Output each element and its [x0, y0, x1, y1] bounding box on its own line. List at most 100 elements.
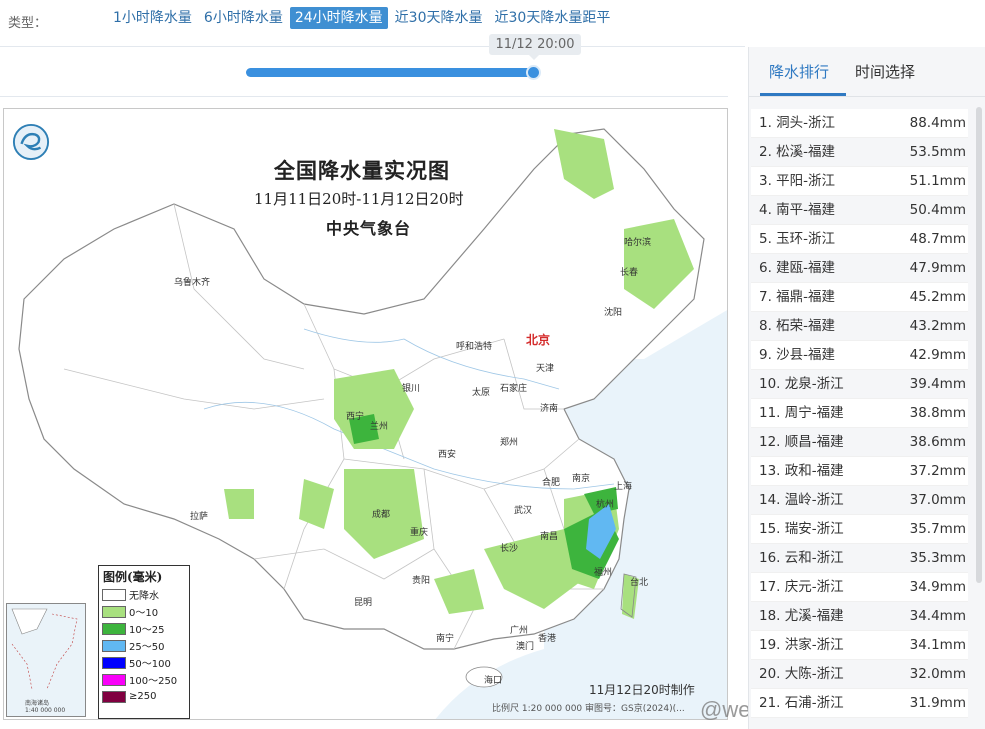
- ranking-row[interactable]: 5. 玉环-浙江 48.7mm: [751, 225, 968, 254]
- inset-map-graphic: [11, 608, 78, 690]
- scrollbar[interactable]: [976, 107, 982, 583]
- station-name: 19. 洪家-浙江: [759, 637, 844, 653]
- city-label: 武汉: [514, 506, 533, 516]
- station-name: 3. 平阳-浙江: [759, 173, 836, 189]
- station-name: 20. 大陈-浙江: [759, 666, 844, 682]
- ranking-row[interactable]: 6. 建瓯-福建 47.9mm: [751, 254, 968, 283]
- legend-label: 25～50: [129, 642, 165, 653]
- ranking-row[interactable]: 14. 温岭-浙江 37.0mm: [751, 486, 968, 515]
- station-name: 5. 玉环-浙江: [759, 231, 836, 247]
- legend-item: 100～250: [99, 671, 189, 688]
- legend-swatch: [102, 639, 126, 652]
- tab-30d-anomaly[interactable]: 近30天降水量距平: [490, 7, 616, 29]
- city-label: 香港: [538, 634, 557, 644]
- tab-30d-precip[interactable]: 近30天降水量: [390, 7, 488, 29]
- precip-value: 34.9mm: [909, 579, 966, 595]
- map-scale: 比例尺 1:20 000 000 审图号：GS京(2024)(...: [492, 704, 685, 714]
- legend-swatch: [102, 622, 126, 635]
- city-label: 郑州: [500, 438, 519, 448]
- legend-label: 0～10: [129, 608, 159, 619]
- precip-value: 88.4mm: [909, 115, 966, 131]
- city-label: 天津: [536, 364, 555, 374]
- tab-time-select[interactable]: 时间选择: [855, 61, 915, 82]
- legend-label: 100～250: [129, 676, 178, 687]
- ranking-list: 1. 洞头-浙江 88.4mm 2. 松溪-福建 53.5mm 3. 平阳-浙江 51.1…: [751, 109, 968, 718]
- slider-time-tooltip: 11/12 20:00: [489, 34, 581, 60]
- city-label: 上海: [614, 482, 633, 492]
- legend-title: 图例(毫米): [103, 570, 163, 584]
- station-name: 17. 庆元-浙江: [759, 579, 844, 595]
- precip-value: 37.0mm: [909, 492, 966, 508]
- precip-value: 47.9mm: [909, 260, 966, 276]
- legend-item: 10～25: [99, 620, 189, 637]
- precip-value: 35.3mm: [909, 550, 966, 566]
- tab-24h-precip[interactable]: 24小时降水量: [289, 7, 388, 29]
- legend-label: ≥250: [129, 691, 157, 702]
- ranking-row[interactable]: 18. 尤溪-福建 34.4mm: [751, 602, 968, 631]
- legend-label: 10～25: [129, 625, 165, 636]
- ranking-row[interactable]: 12. 顺昌-福建 38.6mm: [751, 428, 968, 457]
- slider-handle[interactable]: [526, 65, 541, 80]
- city-label: 兰州: [370, 422, 389, 432]
- ranking-row[interactable]: 16. 云和-浙江 35.3mm: [751, 544, 968, 573]
- divider: [0, 96, 728, 97]
- precip-value: 50.4mm: [909, 202, 966, 218]
- ranking-row[interactable]: 1. 洞头-浙江 88.4mm: [751, 109, 968, 138]
- legend-swatch: [102, 690, 126, 703]
- tab-1h-precip[interactable]: 1小时降水量: [108, 7, 197, 29]
- time-slider[interactable]: [246, 62, 541, 86]
- precip-value: 38.8mm: [909, 405, 966, 421]
- ranking-row[interactable]: 9. 沙县-福建 42.9mm: [751, 341, 968, 370]
- legend-label: 无降水: [129, 591, 159, 602]
- precip-value: 43.2mm: [909, 318, 966, 334]
- ranking-row[interactable]: 13. 政和-福建 37.2mm: [751, 457, 968, 486]
- ranking-row[interactable]: 17. 庆元-浙江 34.9mm: [751, 573, 968, 602]
- city-label: 海口: [484, 676, 503, 686]
- ranking-row[interactable]: 21. 石浦-浙江 31.9mm: [751, 689, 968, 718]
- station-name: 8. 柘荣-福建: [759, 318, 836, 334]
- map-org: 中央气象台: [326, 219, 412, 238]
- ranking-row[interactable]: 19. 洪家-浙江 34.1mm: [751, 631, 968, 660]
- ranking-row[interactable]: 4. 南平-福建 50.4mm: [751, 196, 968, 225]
- city-label: 澳门: [516, 642, 535, 652]
- city-label: 沈阳: [604, 308, 623, 318]
- legend-item: ≥250: [99, 688, 189, 705]
- city-label: 西安: [438, 450, 457, 460]
- precip-value: 53.5mm: [909, 144, 966, 160]
- ranking-row[interactable]: 3. 平阳-浙江 51.1mm: [751, 167, 968, 196]
- station-name: 4. 南平-福建: [759, 202, 836, 218]
- ranking-row[interactable]: 20. 大陈-浙江 32.0mm: [751, 660, 968, 689]
- precip-value: 31.9mm: [909, 695, 966, 711]
- station-name: 15. 瑞安-浙江: [759, 521, 844, 537]
- ranking-row[interactable]: 2. 松溪-福建 53.5mm: [751, 138, 968, 167]
- type-label: 类型：: [8, 16, 48, 31]
- slider-track[interactable]: [246, 68, 534, 77]
- city-label: 杭州: [596, 500, 615, 510]
- city-label: 太原: [472, 388, 491, 398]
- precip-value: 39.4mm: [909, 376, 966, 392]
- city-label: 拉萨: [190, 512, 209, 522]
- tab-6h-precip[interactable]: 6小时降水量: [199, 7, 288, 29]
- precip-value: 45.2mm: [909, 289, 966, 305]
- ranking-row[interactable]: 7. 福鼎-福建 45.2mm: [751, 283, 968, 312]
- station-name: 18. 尤溪-福建: [759, 608, 844, 624]
- precip-value: 32.0mm: [909, 666, 966, 682]
- ranking-row[interactable]: 10. 龙泉-浙江 39.4mm: [751, 370, 968, 399]
- city-label: 哈尔滨: [624, 238, 652, 248]
- ranking-row[interactable]: 11. 周宁-福建 38.8mm: [751, 399, 968, 428]
- legend-item: 无降水: [99, 586, 189, 603]
- station-name: 21. 石浦-浙江: [759, 695, 844, 711]
- precip-value: 35.7mm: [909, 521, 966, 537]
- ranking-row[interactable]: 15. 瑞安-浙江 35.7mm: [751, 515, 968, 544]
- precip-value: 42.9mm: [909, 347, 966, 363]
- city-label: 长沙: [500, 544, 519, 554]
- inset-label: 南海诸岛 1:40 000 000: [25, 700, 66, 714]
- precip-value: 38.6mm: [909, 434, 966, 450]
- legend-item: 0～10: [99, 603, 189, 620]
- ranking-row[interactable]: 8. 柘荣-福建 43.2mm: [751, 312, 968, 341]
- legend-swatch: [102, 673, 126, 686]
- type-tabs: 1小时降水量 6小时降水量 24小时降水量 近30天降水量 近30天降水量距平: [108, 7, 617, 29]
- legend-swatch: [102, 656, 126, 669]
- city-label: 银川: [402, 384, 421, 394]
- tab-precip-ranking[interactable]: 降水排行: [769, 61, 829, 82]
